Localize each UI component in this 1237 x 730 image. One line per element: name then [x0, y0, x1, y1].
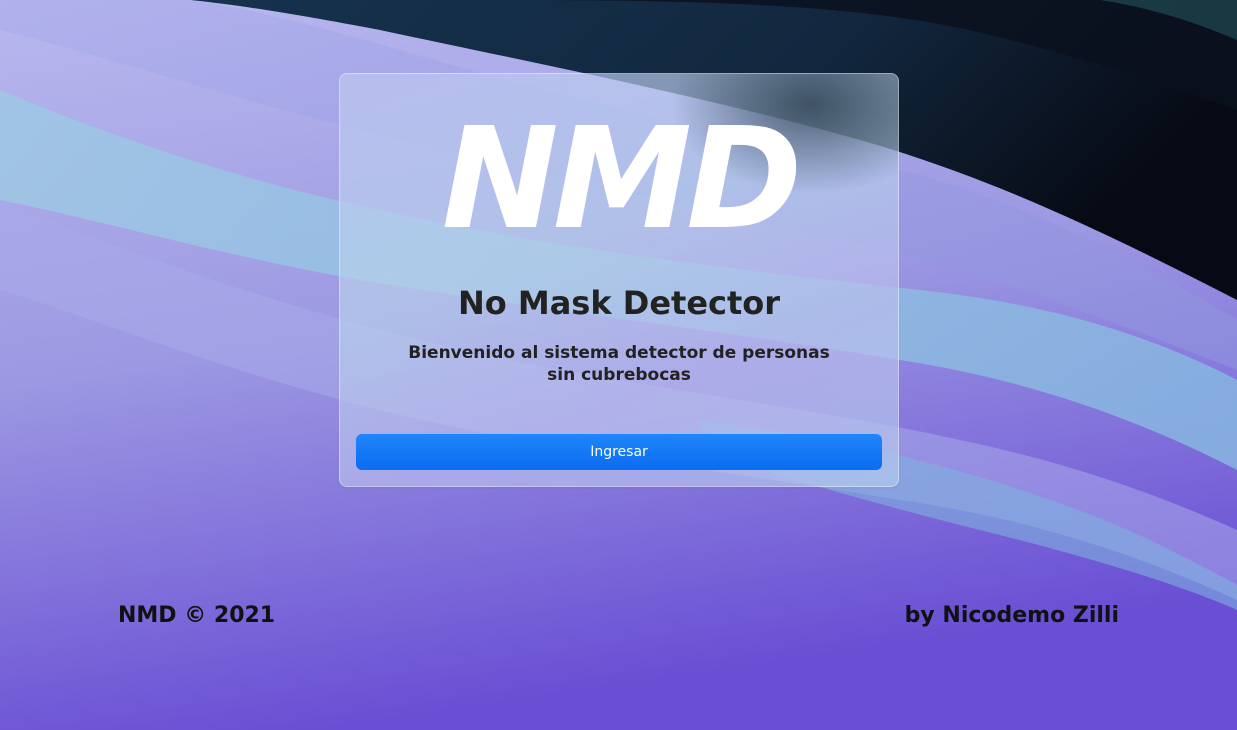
page-title: No Mask Detector — [457, 284, 781, 322]
nmd-logo: NMD — [441, 98, 803, 261]
footer-copyright: NMD © 2021 — [118, 603, 276, 628]
ingresar-button[interactable]: Ingresar — [356, 434, 882, 470]
footer-author: by Nicodemo Zilli — [904, 603, 1119, 628]
welcome-card: NMD No Mask Detector Bienvenido al siste… — [339, 73, 899, 487]
welcome-subtitle: Bienvenido al sistema detector de person… — [408, 343, 830, 385]
